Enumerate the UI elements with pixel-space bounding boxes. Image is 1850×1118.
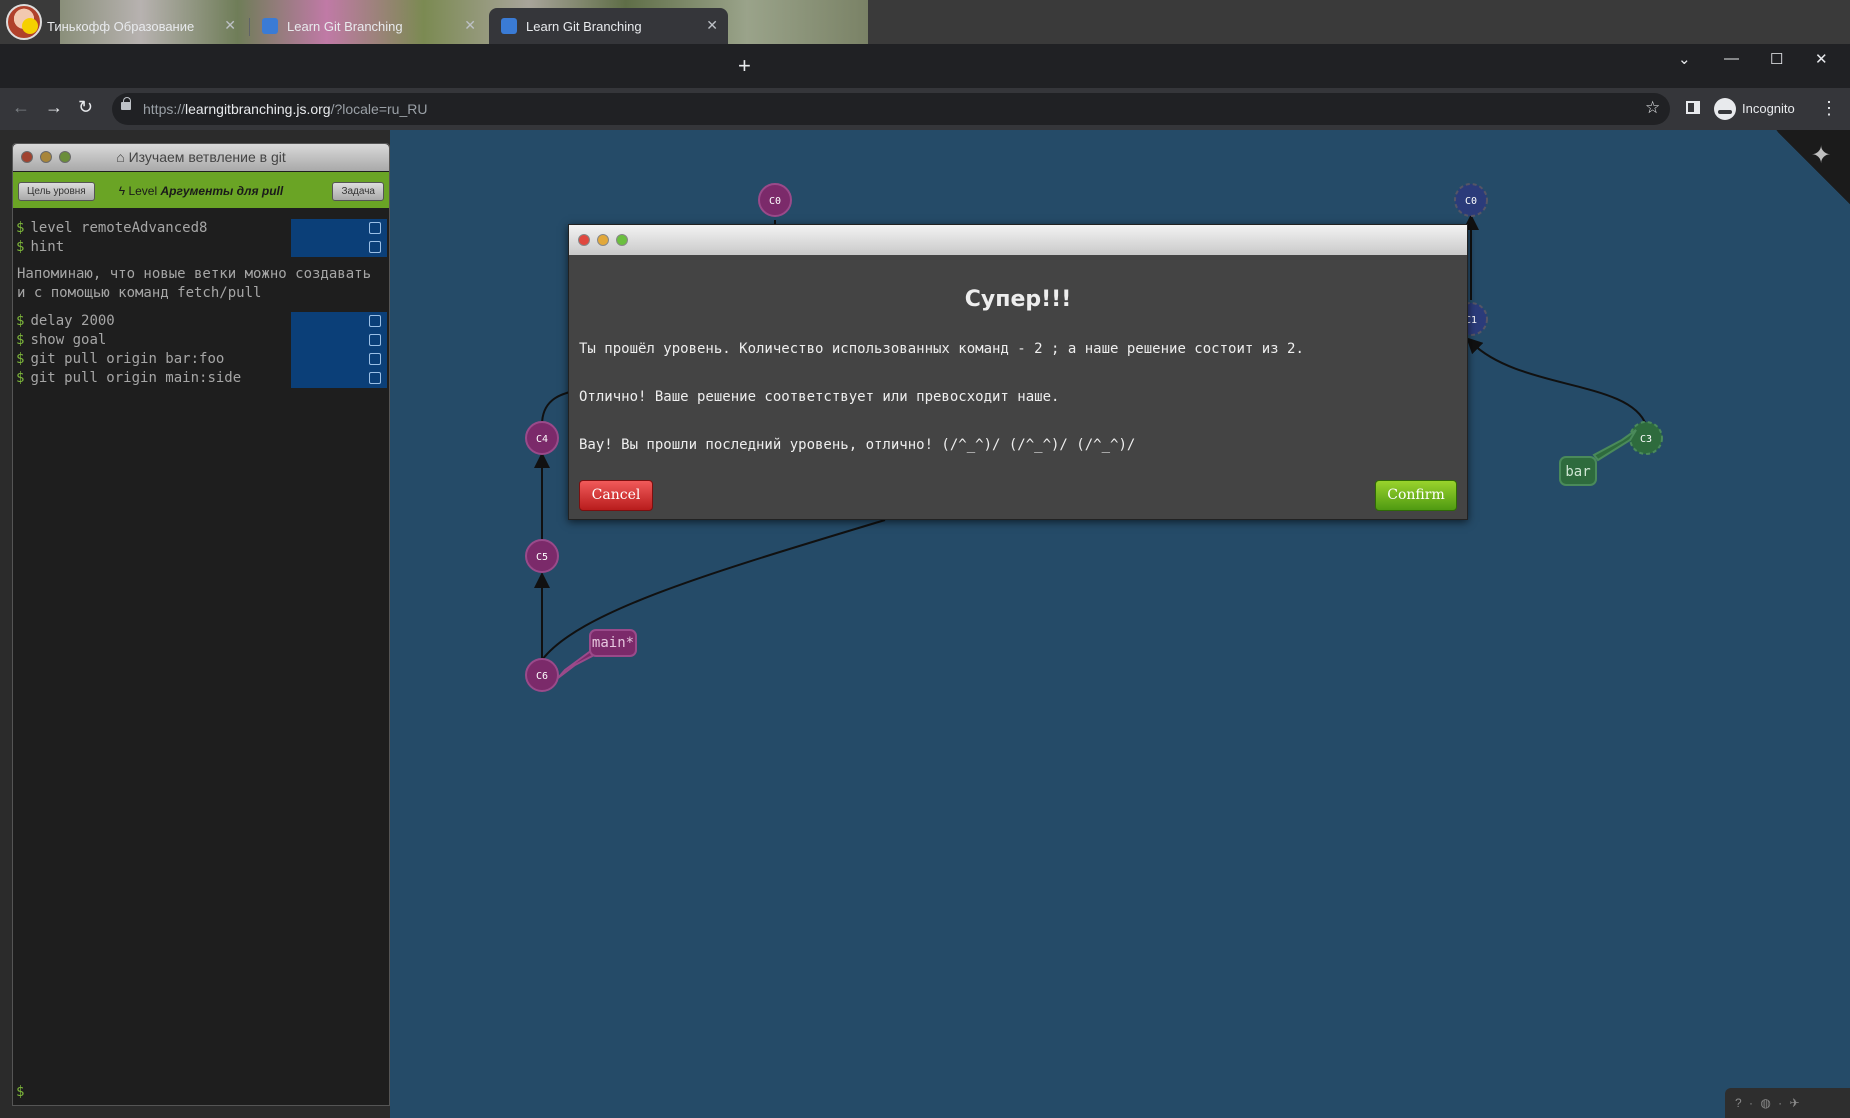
dialog-line-finished: Вау! Вы прошли последний уровень, отличн… — [579, 437, 1136, 453]
command-done-check-icon — [291, 219, 387, 238]
commit-c0-remote: C0 — [1454, 183, 1488, 217]
svg-text:C0: C0 — [769, 196, 781, 207]
command-line: $ delay 2000 — [16, 313, 115, 329]
svg-text:C5: C5 — [536, 552, 548, 563]
commit-c5: C5 — [525, 539, 559, 573]
commit-c3-remote: C3 — [1629, 421, 1663, 455]
bolt-icon: ϟ — [118, 184, 129, 198]
globe-icon: ◍ — [1760, 1096, 1773, 1110]
cancel-button[interactable]: Cancel — [579, 480, 653, 511]
maximize-dot-icon[interactable] — [616, 234, 628, 246]
dialog-title: Супер!!! — [964, 287, 1072, 312]
edge-c4-up — [541, 391, 571, 426]
svg-text:C0: C0 — [1465, 196, 1477, 207]
svg-text:C3: C3 — [1640, 434, 1652, 445]
command-done-check-icon — [291, 331, 387, 350]
command-line: $ git pull origin main:side — [16, 370, 242, 386]
help-icon: ? — [1735, 1096, 1744, 1110]
task-button[interactable]: Задача — [332, 182, 384, 201]
command-done-check-icon — [291, 350, 387, 369]
confirm-button[interactable]: Confirm — [1375, 480, 1457, 511]
hint-text: Напоминаю, что новые ветки можно создава… — [17, 266, 372, 301]
svg-text:C4: C4 — [536, 434, 548, 445]
command-line: $ hint — [16, 239, 65, 255]
branch-bar-arrow — [1592, 429, 1637, 462]
level-complete-dialog: Супер!!! Ты прошёл уровень. Количество и… — [568, 224, 1468, 520]
command-done-check-icon — [291, 369, 387, 388]
command-line: $ show goal — [16, 332, 107, 348]
command-line: $ level remoteAdvanced8 — [16, 220, 208, 236]
commit-c0-local: C0 — [758, 183, 792, 217]
twitter-icon: ✈ — [1789, 1096, 1802, 1110]
commit-c6: C6 — [525, 658, 559, 692]
command-done-check-icon — [291, 238, 387, 257]
close-dot-icon[interactable] — [578, 234, 590, 246]
command-line: $ git pull origin bar:foo — [16, 351, 225, 367]
home-icon: ⌂ — [116, 149, 129, 165]
dialog-title-bar — [569, 225, 1467, 255]
branch-main-text: main* — [592, 635, 634, 651]
dialog-line-solution: Отлично! Ваше решение соответствует или … — [579, 389, 1060, 405]
terminal-title-bar: ⌂ Изучаем ветвление в git — [13, 144, 389, 171]
command-terminal: ⌂ Изучаем ветвление в git Цель уровня ϟ … — [12, 143, 390, 1106]
svg-text:C6: C6 — [536, 671, 548, 682]
level-name: Аргументы для pull — [160, 184, 284, 198]
level-bar: Цель уровня ϟ Level Аргументы для pull З… — [13, 172, 389, 208]
terminal-title: Изучаем ветвление в git — [128, 149, 286, 165]
branch-bar-text: bar — [1565, 464, 1590, 480]
help-links-bar[interactable]: ? · ◍ · ✈ — [1725, 1088, 1850, 1118]
command-prompt[interactable]: $ — [16, 1084, 24, 1100]
dialog-line-commands: Ты прошёл уровень. Количество использова… — [579, 341, 1304, 357]
minimize-dot-icon[interactable] — [597, 234, 609, 246]
minimize-dot-icon[interactable] — [40, 151, 52, 163]
maximize-dot-icon[interactable] — [59, 151, 71, 163]
command-done-check-icon — [291, 312, 387, 331]
close-dot-icon[interactable] — [21, 151, 33, 163]
commit-c4: C4 — [525, 421, 559, 455]
edge-c3-c1-remote — [1466, 337, 1647, 426]
